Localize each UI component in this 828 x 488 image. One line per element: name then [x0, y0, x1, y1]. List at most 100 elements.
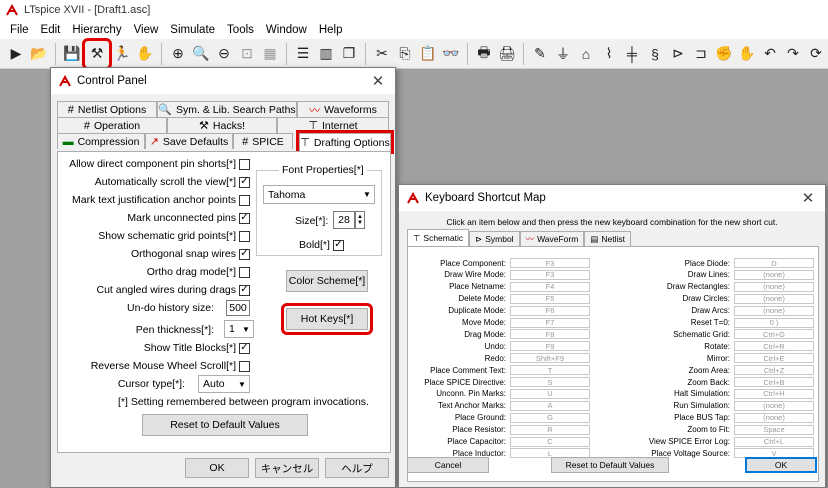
copy-icon[interactable]: ⎘	[395, 44, 415, 64]
shortcut-ok-button[interactable]: OK	[745, 457, 817, 473]
tab-symbol[interactable]: ⊳ Symbol	[469, 231, 520, 246]
tab-compression[interactable]: ▬ Compression	[57, 133, 145, 149]
reset-default-button[interactable]: Reset to Default Values	[142, 414, 308, 436]
shortcut-row[interactable]: Place Netname: F4	[410, 281, 590, 293]
tab-schematic[interactable]: ⊤ Schematic	[407, 229, 470, 246]
checkbox-checked[interactable]: ✓	[239, 176, 250, 188]
shortcut-row[interactable]: Mirror: Ctrl+E	[612, 352, 814, 364]
shortcut-key-field[interactable]: F8	[510, 329, 590, 340]
tab-hacks[interactable]: ⚒ Hacks!	[167, 117, 277, 133]
undo-history-input[interactable]: 500	[226, 300, 250, 316]
shortcut-reset-button[interactable]: Reset to Default Values	[551, 457, 669, 473]
shortcut-row[interactable]: Place Diode: D	[612, 257, 814, 269]
tile-vertical-icon[interactable]: ▥	[316, 44, 336, 64]
shortcut-key-field[interactable]: Ctrl+L	[734, 436, 814, 447]
option-text-anchor-points[interactable]: Mark text justification anchor points	[72, 194, 250, 206]
ok-button[interactable]: OK	[185, 458, 249, 478]
shortcut-key-field[interactable]: R	[510, 424, 590, 435]
resistor-icon[interactable]: ⌇	[599, 44, 619, 64]
shortcut-key-field[interactable]: F5	[510, 293, 590, 304]
shortcut-key-field[interactable]: (none)	[734, 305, 814, 316]
shortcut-key-field[interactable]: G	[510, 412, 590, 423]
shortcut-row[interactable]: Duplicate Mode: F6	[410, 305, 590, 317]
shortcut-row[interactable]: Draw Arcs: (none)	[612, 305, 814, 317]
shortcut-row[interactable]: Draw Rectangles: (none)	[612, 281, 814, 293]
close-icon[interactable]: ✕	[791, 189, 825, 207]
menu-hierarchy[interactable]: Hierarchy	[66, 24, 127, 36]
pencil-wire-icon[interactable]: ✎	[530, 44, 550, 64]
zoom-fit-icon[interactable]: ⊡	[237, 44, 257, 64]
checkbox-checked[interactable]: ✓	[239, 342, 250, 354]
shortcut-key-field[interactable]: (none)	[734, 281, 814, 292]
cancel-button[interactable]: キャンセル	[255, 458, 319, 478]
bold-option[interactable]: Bold[*] ✓	[299, 239, 344, 251]
menu-view[interactable]: View	[128, 24, 165, 36]
shortcut-row[interactable]: Zoom Area: Ctrl+Z	[612, 364, 814, 376]
tab-waveform[interactable]: 〰 WaveForm	[519, 231, 585, 246]
print-setup-icon[interactable]: 🖶	[474, 44, 494, 64]
shortcut-key-field[interactable]: F9	[510, 341, 590, 352]
zoom-pan-icon[interactable]: 🔍	[191, 44, 211, 64]
tab-netlist-options[interactable]: # Netlist Options	[57, 101, 157, 117]
menu-window[interactable]: Window	[260, 24, 313, 36]
shortcut-key-field[interactable]: (none)	[734, 293, 814, 304]
zoom-in-icon[interactable]: ⊕	[168, 44, 188, 64]
shortcut-row[interactable]: Move Mode: F7	[410, 317, 590, 329]
shortcut-row[interactable]: Zoom to Fit: Space	[612, 424, 814, 436]
run-icon[interactable]: ▶	[6, 44, 26, 64]
move-icon[interactable]: ✊	[714, 44, 734, 64]
option-reverse-scroll[interactable]: Reverse Mouse Wheel Scroll[*]	[91, 360, 250, 372]
checkbox[interactable]	[239, 360, 250, 372]
shortcut-key-field[interactable]: (none)	[734, 269, 814, 280]
shortcut-row[interactable]: Place Component: F3	[410, 257, 590, 269]
shortcut-row[interactable]: Zoom Back: Ctrl+B	[612, 376, 814, 388]
font-size-input[interactable]: 28	[333, 211, 355, 229]
shortcut-key-field[interactable]: C	[510, 436, 590, 447]
shortcut-row[interactable]: Redo: Shift+F9	[410, 352, 590, 364]
inductor-icon[interactable]: §	[645, 44, 665, 64]
checkbox[interactable]	[239, 266, 250, 278]
save-icon[interactable]: 💾	[62, 44, 82, 64]
shortcut-row[interactable]: Draw Circles: (none)	[612, 293, 814, 305]
checkbox[interactable]	[239, 194, 250, 206]
shortcut-key-field[interactable]: Ctrl+G	[734, 329, 814, 340]
checkbox[interactable]	[239, 230, 250, 242]
autorange-icon[interactable]: ▦	[260, 44, 280, 64]
drag-icon[interactable]: ✋	[737, 44, 757, 64]
shortcut-row[interactable]: Schematic Grid: Ctrl+G	[612, 328, 814, 340]
shortcut-key-field[interactable]: Ctrl+Z	[734, 365, 814, 376]
tile-horizontal-icon[interactable]: ☰	[293, 44, 313, 64]
shortcut-key-field[interactable]: Ctrl+B	[734, 377, 814, 387]
shortcut-row[interactable]: Rotate: Ctrl+R	[612, 340, 814, 352]
shortcut-key-field[interactable]: (none)	[734, 400, 814, 411]
font-name-select[interactable]: Tahoma ▼	[263, 185, 375, 204]
control-panel-icon[interactable]: ⚒	[82, 37, 112, 70]
tab-drafting-options[interactable]: ⊤ Drafting Options	[296, 130, 394, 154]
redo-icon[interactable]: ↷	[783, 44, 803, 64]
option-grid-points[interactable]: Show schematic grid points[*]	[98, 230, 250, 242]
shortcut-key-field[interactable]: F6	[510, 305, 590, 316]
shortcut-row[interactable]: Reset T=0: 0 )	[612, 317, 814, 329]
undo-icon[interactable]: ↶	[760, 44, 780, 64]
shortcut-key-field[interactable]: S	[510, 377, 590, 387]
color-scheme-button[interactable]: Color Scheme[*]	[286, 270, 368, 292]
shortcut-key-field[interactable]: T	[510, 365, 590, 376]
open-icon[interactable]: 📂	[29, 44, 49, 64]
shortcut-cancel-button[interactable]: Cancel	[407, 457, 489, 473]
shortcut-row[interactable]: Draw Lines: (none)	[612, 269, 814, 281]
option-orthogonal-snap[interactable]: Orthogonal snap wires ✓	[131, 248, 250, 260]
shortcut-key-field[interactable]: Shift+F9	[510, 353, 590, 364]
shortcut-key-field[interactable]: 0 )	[734, 317, 814, 328]
font-size-spinner[interactable]: ▲ ▼	[355, 211, 365, 229]
cascade-icon[interactable]: ❐	[339, 44, 359, 64]
shortcut-row[interactable]: Place SPICE Directive: S	[410, 376, 590, 388]
hand-icon[interactable]: ✋	[135, 44, 155, 64]
tab-sym-lib-search-paths[interactable]: 🔍 Sym. & Lib. Search Paths	[157, 101, 297, 117]
shortcut-row[interactable]: Draw Wire Mode: F3	[410, 269, 590, 281]
shortcut-row[interactable]: Delete Mode: F5	[410, 293, 590, 305]
menu-help[interactable]: Help	[313, 24, 349, 36]
tab-operation[interactable]: # Operation	[57, 117, 167, 133]
checkbox-checked[interactable]: ✓	[239, 284, 250, 296]
shortcut-row[interactable]: Run Simulation: (none)	[612, 400, 814, 412]
shortcut-key-field[interactable]: (none)	[734, 412, 814, 423]
